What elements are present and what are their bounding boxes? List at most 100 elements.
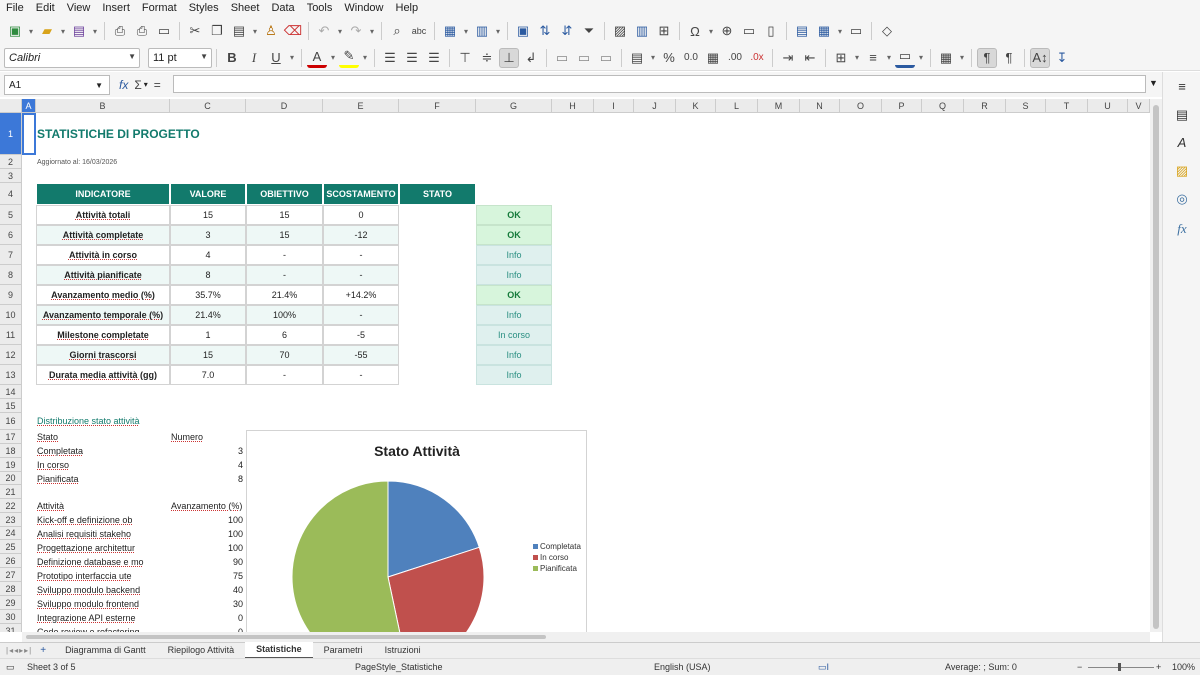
vertical-scroll-thumb[interactable] — [1153, 105, 1159, 629]
dist-label-cell[interactable]: Completata — [36, 444, 166, 458]
align-top-icon[interactable]: ⊤ — [455, 48, 475, 68]
row-header-25[interactable]: 25 — [0, 540, 22, 554]
save-dropdown-icon[interactable]: ▾ — [90, 21, 100, 41]
insert-image-icon[interactable]: ▨ — [610, 21, 630, 41]
selection-mode-icon[interactable]: ▭I — [818, 662, 829, 673]
kpi-value-cell[interactable]: 15 — [170, 345, 246, 365]
column-header-c[interactable]: C — [170, 99, 246, 113]
sum-icon[interactable]: Σ — [134, 78, 141, 92]
dist-label-cell[interactable]: Pianificata — [36, 472, 166, 486]
row-header-15[interactable]: 15 — [0, 399, 22, 413]
wrap-text-icon[interactable]: ↲ — [521, 48, 541, 68]
align-right-icon[interactable]: ☰ — [424, 48, 444, 68]
split-window-icon[interactable]: ▭ — [846, 21, 866, 41]
kpi-target-cell[interactable]: 21.4% — [246, 285, 323, 305]
column-header-a[interactable]: A — [22, 99, 36, 113]
kpi-header-valore[interactable]: VALORE — [170, 183, 246, 205]
row-header-16[interactable]: 16 — [0, 413, 22, 430]
menu-tools[interactable]: Tools — [301, 0, 339, 17]
kpi-delta-cell[interactable]: -12 — [323, 225, 399, 245]
kpi-indicator-cell[interactable]: Avanzamento temporale (%) — [36, 305, 170, 325]
chevron-down-icon[interactable]: ▼ — [128, 52, 136, 61]
functions-icon[interactable]: fx — [1173, 220, 1191, 238]
activity-progress-cell[interactable]: 0 — [170, 625, 246, 632]
kpi-value-cell[interactable]: 35.7% — [170, 285, 246, 305]
vertical-scrollbar[interactable] — [1150, 99, 1162, 632]
special-character-icon[interactable]: Ω — [685, 21, 705, 41]
activity-label-cell[interactable]: Sviluppo modulo backend — [36, 583, 170, 597]
kpi-value-cell[interactable]: 21.4% — [170, 305, 246, 325]
underline-icon[interactable]: U — [266, 48, 286, 68]
kpi-status-cell[interactable]: Info — [476, 345, 552, 365]
kpi-value-cell[interactable]: 3 — [170, 225, 246, 245]
row-header-30[interactable]: 30 — [0, 610, 22, 624]
borders-icon[interactable]: ⊞ — [831, 48, 851, 68]
kpi-indicator-cell[interactable]: Milestone completate — [36, 325, 170, 345]
show-draw-functions-icon[interactable]: ◇ — [877, 21, 897, 41]
dist-header-numero[interactable]: Numero — [170, 430, 246, 444]
column-header-t[interactable]: T — [1046, 99, 1088, 113]
tab-diagramma-di-gantt[interactable]: Diagramma di Gantt — [54, 643, 157, 658]
special-character-dropdown-icon[interactable]: ▾ — [706, 21, 716, 41]
select-all-corner[interactable] — [0, 99, 22, 113]
kpi-status-cell[interactable]: Info — [476, 245, 552, 265]
merge-cells-icon[interactable]: ▭ — [574, 48, 594, 68]
clear-formatting-icon[interactable]: ⌫ — [283, 21, 303, 41]
row-header-3[interactable]: 3 — [0, 169, 22, 183]
function-wizard-icon[interactable]: fx — [119, 78, 128, 92]
kpi-value-cell[interactable]: 8 — [170, 265, 246, 285]
border-style-icon[interactable]: ≡ — [863, 48, 883, 68]
decrease-indent-icon[interactable]: ⇤ — [800, 48, 820, 68]
text-ltr-icon[interactable]: ¶ — [977, 47, 997, 68]
conditional-format-icon[interactable]: ▦ — [936, 48, 956, 68]
align-middle-icon[interactable]: ≑ — [477, 48, 497, 68]
column-header-k[interactable]: K — [676, 99, 716, 113]
row-header-9[interactable]: 9 — [0, 285, 22, 305]
spellcheck-icon[interactable]: abc — [409, 21, 429, 41]
status-page-style[interactable]: PageStyle_Statistiche — [355, 662, 443, 672]
sheet-title[interactable]: STATISTICHE DI PROGETTO — [36, 113, 336, 155]
distribution-title[interactable]: Distribuzione stato attività — [36, 414, 236, 428]
zoom-level[interactable]: 100% — [1172, 662, 1195, 672]
align-center-icon[interactable]: ☰ — [402, 48, 422, 68]
text-direction-vertical-icon[interactable]: ↧ — [1052, 48, 1072, 68]
kpi-delta-cell[interactable]: - — [323, 365, 399, 385]
freeze-dropdown-icon[interactable]: ▾ — [835, 21, 845, 41]
menu-data[interactable]: Data — [265, 0, 300, 17]
styles-icon[interactable]: A — [1173, 134, 1191, 152]
define-print-area-icon[interactable]: ▤ — [792, 21, 812, 41]
kpi-value-cell[interactable]: 15 — [170, 205, 246, 225]
updated-date[interactable]: Aggiornato al: 16/03/2026 — [36, 155, 236, 169]
row-header-2[interactable]: 2 — [0, 155, 22, 169]
menu-file[interactable]: File — [0, 0, 30, 17]
menu-edit[interactable]: Edit — [30, 0, 61, 17]
paste-icon[interactable]: ▤ — [229, 21, 249, 41]
chevron-down-icon[interactable]: ▼ — [200, 52, 208, 61]
row-header-6[interactable]: 6 — [0, 225, 22, 245]
kpi-indicator-cell[interactable]: Attività completate — [36, 225, 170, 245]
activity-progress-cell[interactable]: 30 — [170, 597, 246, 611]
bold-icon[interactable]: B — [222, 48, 242, 68]
undo-dropdown-icon[interactable]: ▾ — [335, 21, 345, 41]
activity-progress-cell[interactable]: 90 — [170, 555, 246, 569]
kpi-target-cell[interactable]: 70 — [246, 345, 323, 365]
print-preview-icon[interactable]: ▭ — [154, 21, 174, 41]
horizontal-scroll-thumb[interactable] — [26, 635, 546, 639]
activity-label-cell[interactable]: Analisi requisiti stakeho — [36, 527, 170, 541]
currency-format-icon[interactable]: ▤ — [627, 48, 647, 68]
freeze-rows-columns-icon[interactable]: ▦ — [814, 21, 834, 41]
spreadsheet-grid[interactable]: ABCDEFGHIJKLMNOPQRSTUV 1 2 3 4 5 6 7 8 9 10 11 12 13… — [0, 99, 1150, 632]
column-header-d[interactable]: D — [246, 99, 323, 113]
tab-istruzioni[interactable]: Istruzioni — [374, 643, 432, 658]
row-header-10[interactable]: 10 — [0, 305, 22, 325]
act-header-avanzamento[interactable]: Avanzamento (%) — [170, 499, 246, 513]
kpi-status-cell[interactable]: OK — [476, 225, 552, 245]
row-icon[interactable]: ▦ — [440, 21, 460, 41]
paste-dropdown-icon[interactable]: ▾ — [250, 21, 260, 41]
find-replace-icon[interactable]: ⌕ — [387, 21, 407, 41]
kpi-delta-cell[interactable]: 0 — [323, 205, 399, 225]
kpi-delta-cell[interactable]: - — [323, 265, 399, 285]
unmerge-cells-icon[interactable]: ▭ — [596, 48, 616, 68]
row-header-8[interactable]: 8 — [0, 265, 22, 285]
dist-value-cell[interactable]: 3 — [170, 444, 246, 458]
